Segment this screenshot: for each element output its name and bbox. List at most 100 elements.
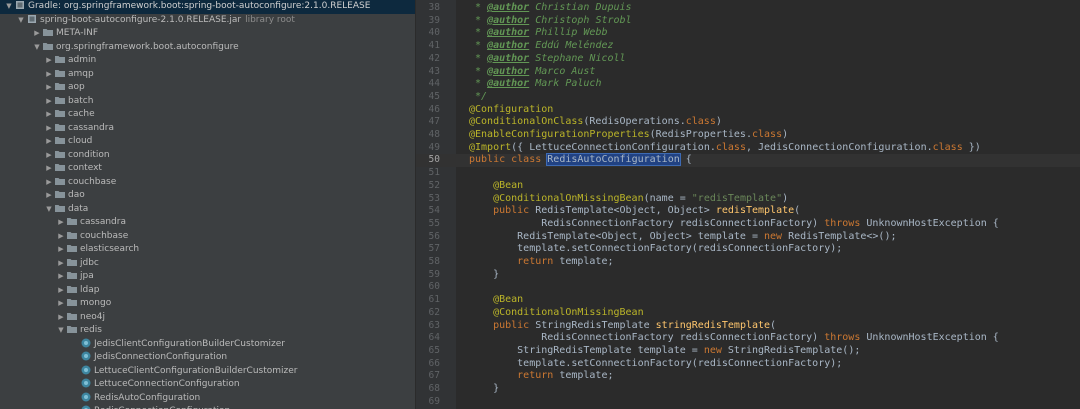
- line-number[interactable]: 58: [416, 256, 440, 269]
- code-text[interactable]: */: [469, 91, 487, 104]
- collapsed-arrow-icon[interactable]: ▶: [56, 216, 66, 230]
- code-line[interactable]: 46 @Configuration: [416, 104, 1080, 117]
- tree-item-package-cache[interactable]: ▶ cache: [0, 108, 415, 122]
- tree-item-class[interactable]: RedisAutoConfiguration: [0, 392, 415, 406]
- tree-item-package-dao[interactable]: ▶ dao: [0, 189, 415, 203]
- line-number[interactable]: 68: [416, 383, 440, 396]
- tree-item-gradle-root[interactable]: ▼ Gradle: org.springframework.boot:spring…: [0, 0, 415, 14]
- code-text[interactable]: return template;: [469, 256, 613, 269]
- line-number[interactable]: 63: [416, 320, 440, 333]
- code-line[interactable]: 55 RedisConnectionFactory redisConnectio…: [416, 218, 1080, 231]
- tree-item-meta-inf[interactable]: ▶ META-INF: [0, 27, 415, 41]
- code-line[interactable]: 61 @Bean: [416, 294, 1080, 307]
- tree-item-class[interactable]: JedisClientConfigurationBuilderCustomize…: [0, 338, 415, 352]
- code-text[interactable]: * @author Eddú Meléndez: [469, 40, 614, 53]
- line-number[interactable]: 56: [416, 231, 440, 244]
- tree-item-package-couchbase[interactable]: ▶ couchbase: [0, 176, 415, 190]
- code-editor[interactable]: 38 * @author Christian Dupuis 39 * @autho…: [416, 0, 1080, 409]
- tree-item-jar[interactable]: ▼ spring-boot-autoconfigure-2.1.0.RELEASE…: [0, 14, 415, 28]
- code-line[interactable]: 47 @ConditionalOnClass(RedisOperations.cl…: [416, 116, 1080, 129]
- line-number[interactable]: 54: [416, 205, 440, 218]
- collapsed-arrow-icon[interactable]: ▶: [44, 81, 54, 95]
- tree-item-package-cassandra[interactable]: ▶ cassandra: [0, 122, 415, 136]
- tree-item-autoconfigure-package[interactable]: ▼ org.springframework.boot.autoconfigure: [0, 41, 415, 55]
- line-number[interactable]: 50: [416, 154, 440, 167]
- collapsed-arrow-icon[interactable]: ▶: [44, 176, 54, 190]
- code-text[interactable]: RedisConnectionFactory redisConnectionFa…: [469, 332, 999, 345]
- line-number[interactable]: 61: [416, 294, 440, 307]
- code-line[interactable]: 49 @Import({ LettuceConnectionConfigurati…: [416, 142, 1080, 155]
- line-number[interactable]: 43: [416, 66, 440, 79]
- expanded-arrow-icon[interactable]: ▼: [32, 41, 42, 55]
- line-number[interactable]: 44: [416, 78, 440, 91]
- line-number[interactable]: 42: [416, 53, 440, 66]
- tree-item-class[interactable]: LettuceConnectionConfiguration: [0, 378, 415, 392]
- code-line[interactable]: 42 * @author Stephane Nicoll: [416, 53, 1080, 66]
- line-number[interactable]: 48: [416, 129, 440, 142]
- tree-item-package-data[interactable]: ▼ data: [0, 203, 415, 217]
- code-text[interactable]: @Import({ LettuceConnectionConfiguration…: [469, 142, 981, 155]
- collapsed-arrow-icon[interactable]: ▶: [56, 230, 66, 244]
- code-text[interactable]: }: [469, 269, 499, 282]
- code-line[interactable]: 56 RedisTemplate<Object, Object> templat…: [416, 231, 1080, 244]
- collapsed-arrow-icon[interactable]: ▶: [56, 257, 66, 271]
- code-text[interactable]: }: [469, 383, 499, 396]
- code-line[interactable]: 58 return template;: [416, 256, 1080, 269]
- code-line[interactable]: 45 */: [416, 91, 1080, 104]
- code-line[interactable]: 63 public StringRedisTemplate stringRedi…: [416, 320, 1080, 333]
- collapsed-arrow-icon[interactable]: ▶: [44, 95, 54, 109]
- line-number[interactable]: 41: [416, 40, 440, 53]
- tree-item-data-couchbase[interactable]: ▶ couchbase: [0, 230, 415, 244]
- tree-item-data-jdbc[interactable]: ▶ jdbc: [0, 257, 415, 271]
- line-number[interactable]: 49: [416, 142, 440, 155]
- tree-item-package-context[interactable]: ▶ context: [0, 162, 415, 176]
- collapsed-arrow-icon[interactable]: ▶: [44, 54, 54, 68]
- tree-item-class[interactable]: LettuceClientConfigurationBuilderCustomi…: [0, 365, 415, 379]
- line-number[interactable]: 59: [416, 269, 440, 282]
- code-line[interactable]: 52 @Bean: [416, 180, 1080, 193]
- code-line[interactable]: 39 * @author Christoph Strobl: [416, 15, 1080, 28]
- line-number[interactable]: 39: [416, 15, 440, 28]
- code-text[interactable]: template.setConnectionFactory(redisConne…: [469, 358, 842, 371]
- code-line[interactable]: 66 template.setConnectionFactory(redisCo…: [416, 358, 1080, 371]
- tree-item-package-amqp[interactable]: ▶ amqp: [0, 68, 415, 82]
- code-text[interactable]: @EnableConfigurationProperties(RedisProp…: [469, 129, 788, 142]
- line-number[interactable]: 69: [416, 396, 440, 409]
- code-text[interactable]: public StringRedisTemplate stringRedisTe…: [469, 320, 776, 333]
- code-text[interactable]: @Bean: [469, 180, 523, 193]
- line-number[interactable]: 64: [416, 332, 440, 345]
- expanded-arrow-icon[interactable]: ▼: [56, 324, 66, 338]
- code-line[interactable]: 41 * @author Eddú Meléndez: [416, 40, 1080, 53]
- line-number[interactable]: 55: [416, 218, 440, 231]
- collapsed-arrow-icon[interactable]: ▶: [44, 189, 54, 203]
- code-line[interactable]: 67 return template;: [416, 370, 1080, 383]
- collapsed-arrow-icon[interactable]: ▶: [56, 297, 66, 311]
- tree-item-package-aop[interactable]: ▶ aop: [0, 81, 415, 95]
- line-number[interactable]: 57: [416, 243, 440, 256]
- code-line[interactable]: 43 * @author Marco Aust: [416, 66, 1080, 79]
- code-line[interactable]: 54 public RedisTemplate<Object, Object> …: [416, 205, 1080, 218]
- code-line[interactable]: 69: [416, 396, 1080, 409]
- code-line[interactable]: 59 }: [416, 269, 1080, 282]
- line-number[interactable]: 47: [416, 116, 440, 129]
- collapsed-arrow-icon[interactable]: ▶: [44, 162, 54, 176]
- collapsed-arrow-icon[interactable]: ▶: [56, 243, 66, 257]
- code-text[interactable]: * @author Marco Aust: [469, 66, 595, 79]
- line-number[interactable]: 40: [416, 27, 440, 40]
- line-number[interactable]: 46: [416, 104, 440, 117]
- line-number[interactable]: 51: [416, 167, 440, 180]
- collapsed-arrow-icon[interactable]: ▶: [56, 284, 66, 298]
- expanded-arrow-icon[interactable]: ▼: [44, 203, 54, 217]
- code-line[interactable]: 48 @EnableConfigurationProperties(RedisPr…: [416, 129, 1080, 142]
- collapsed-arrow-icon[interactable]: ▶: [44, 135, 54, 149]
- tree-item-package-admin[interactable]: ▶ admin: [0, 54, 415, 68]
- line-number[interactable]: 66: [416, 358, 440, 371]
- tree-item-data-mongo[interactable]: ▶ mongo: [0, 297, 415, 311]
- line-number[interactable]: 62: [416, 307, 440, 320]
- code-text[interactable]: public RedisTemplate<Object, Object> red…: [469, 205, 800, 218]
- collapsed-arrow-icon[interactable]: ▶: [44, 149, 54, 163]
- code-line[interactable]: 51: [416, 167, 1080, 180]
- code-text[interactable]: StringRedisTemplate template = new Strin…: [469, 345, 860, 358]
- expanded-arrow-icon[interactable]: ▼: [4, 0, 14, 14]
- tree-item-data-elasticsearch[interactable]: ▶ elasticsearch: [0, 243, 415, 257]
